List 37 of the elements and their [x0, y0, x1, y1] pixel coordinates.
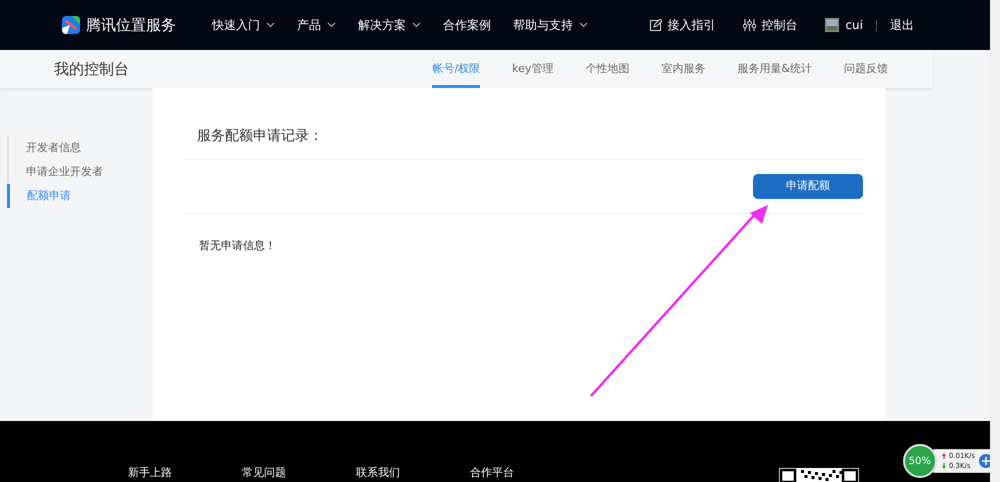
- sidebar-item[interactable]: 开发者信息: [7, 136, 81, 160]
- empty-message: 暂无申请信息！: [199, 238, 277, 254]
- console-title: 我的控制台: [54, 58, 129, 80]
- down-arrow-icon: [942, 463, 946, 469]
- top-link[interactable]: 接入指引: [650, 16, 716, 34]
- tab[interactable]: 问题反馈: [844, 50, 888, 88]
- chevron-icon: [579, 22, 588, 28]
- footer-link[interactable]: 合作平台: [470, 464, 514, 482]
- apply-button[interactable]: 申请配额: [753, 174, 863, 199]
- brand-name[interactable]: 腾讯位置服务: [86, 14, 176, 36]
- cpu-gauge: 50%: [902, 444, 937, 478]
- logo-icon: [62, 16, 80, 34]
- scrollbar[interactable]: [990, 0, 1000, 482]
- edit-icon: [650, 19, 662, 31]
- nav-menu[interactable]: 快速入门: [212, 16, 275, 34]
- sidebar-item[interactable]: 申请企业开发者: [7, 160, 103, 184]
- footer-link[interactable]: 常见问题: [242, 464, 286, 482]
- section-title: 服务配额申请记录：: [197, 127, 324, 146]
- chevron-icon: [327, 22, 336, 28]
- footer-link[interactable]: 联系我们: [356, 464, 400, 482]
- up-arrow-icon: [942, 453, 946, 459]
- nav-menu[interactable]: 合作案例: [443, 16, 491, 34]
- tab[interactable]: 室内服务: [661, 50, 706, 88]
- footer-link[interactable]: 新手上路: [128, 464, 172, 482]
- top-link[interactable]: 控制台: [743, 16, 798, 34]
- tab[interactable]: key管理: [512, 50, 554, 88]
- tab[interactable]: 个性地图: [585, 50, 630, 88]
- avatar-icon: [825, 18, 840, 32]
- nav-menu[interactable]: 产品: [297, 16, 336, 34]
- user-name[interactable]: cui: [845, 16, 863, 34]
- chevron-icon: [412, 22, 421, 28]
- nav-menu[interactable]: 解决方案: [358, 16, 421, 34]
- tab[interactable]: 服务用量&统计: [737, 50, 812, 88]
- chevron-icon: [266, 22, 275, 28]
- logout-link[interactable]: 退出: [890, 16, 914, 34]
- nav-menu[interactable]: 帮助与支持: [513, 16, 588, 34]
- sliders-icon: [743, 19, 756, 31]
